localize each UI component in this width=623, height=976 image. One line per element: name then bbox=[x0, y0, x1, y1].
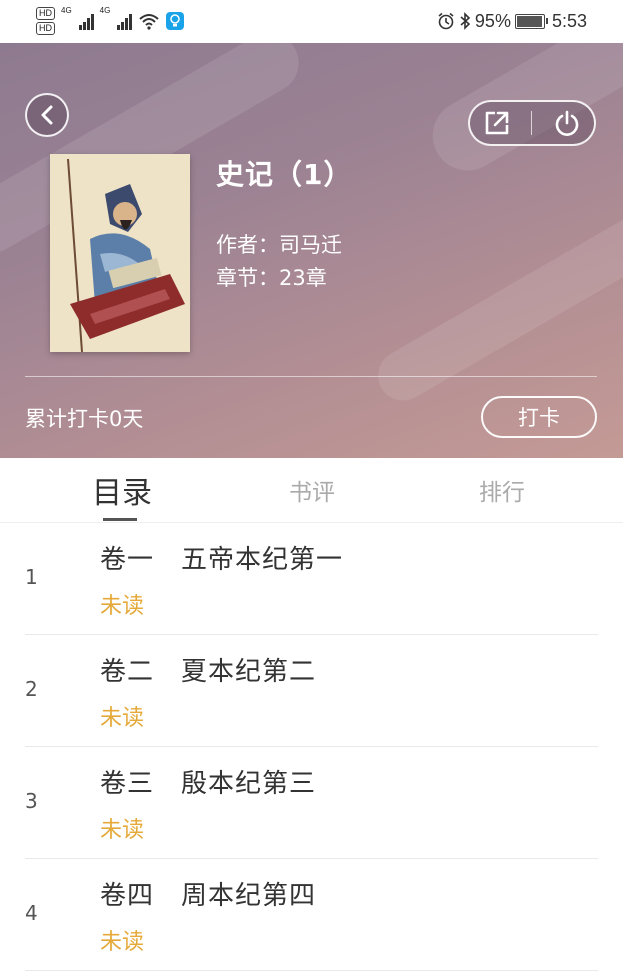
lightbulb-app-icon bbox=[166, 12, 185, 30]
checkin-total: 累计打卡0天 bbox=[25, 407, 144, 431]
alarm-icon bbox=[438, 12, 454, 30]
status-right: 95% 5:53 bbox=[437, 8, 587, 34]
tab-toc[interactable]: 目录 bbox=[80, 458, 164, 522]
chevron-left-icon bbox=[41, 105, 53, 125]
chapter-status: 未读 bbox=[100, 594, 145, 619]
chapter-number: 1 bbox=[25, 565, 38, 589]
actions-divider bbox=[531, 111, 533, 135]
chapter-title: 卷二 夏本纪第二 bbox=[100, 657, 317, 687]
book-header: 史记（1） 作者：司马迁 章节：23章 累计打卡0天 打卡 bbox=[0, 43, 623, 458]
list-item[interactable]: 1 卷一 五帝本纪第一 未读 bbox=[25, 523, 598, 635]
hd-label-bottom: HD bbox=[36, 22, 55, 35]
checkin-button[interactable]: 打卡 bbox=[481, 396, 597, 438]
book-author: 作者：司马迁 bbox=[216, 233, 342, 257]
share-button[interactable] bbox=[477, 103, 517, 143]
list-item[interactable]: 3 卷三 殷本纪第三 未读 bbox=[25, 747, 598, 859]
battery-percent: 95% bbox=[474, 10, 511, 31]
share-icon bbox=[485, 111, 509, 135]
chapter-number: 2 bbox=[25, 677, 38, 701]
chapter-status: 未读 bbox=[100, 818, 145, 843]
chapter-title: 卷一 五帝本纪第一 bbox=[100, 545, 344, 575]
battery-icon bbox=[514, 13, 548, 29]
wifi-icon bbox=[139, 14, 160, 30]
bluetooth-icon bbox=[460, 12, 471, 30]
clock-time: 5:53 bbox=[551, 10, 587, 31]
chapter-status: 未读 bbox=[100, 930, 145, 955]
status-bar: HD HD 4G 4G 95% 5:53 bbox=[0, 0, 623, 43]
list-item[interactable]: 2 卷二 夏本纪第二 未读 bbox=[25, 635, 598, 747]
power-icon bbox=[555, 110, 579, 136]
decor-streak bbox=[368, 206, 623, 410]
book-chapter-count: 章节：23章 bbox=[216, 266, 327, 290]
hd-icon: HD HD bbox=[36, 7, 55, 35]
header-divider bbox=[25, 376, 597, 377]
hd-label-top: HD bbox=[36, 7, 55, 20]
chapter-list: 1 卷一 五帝本纪第一 未读 2 卷二 夏本纪第二 未读 3 卷三 殷本纪第三 … bbox=[0, 523, 623, 971]
book-cover-image bbox=[50, 154, 190, 352]
active-tab-indicator bbox=[103, 518, 137, 521]
power-button[interactable] bbox=[547, 103, 587, 143]
signal-icon-1 bbox=[78, 12, 94, 30]
network-type-2: 4G bbox=[99, 6, 111, 15]
chapter-status: 未读 bbox=[100, 706, 145, 731]
tab-reviews[interactable]: 书评 bbox=[270, 458, 354, 522]
list-item[interactable]: 4 卷四 周本纪第四 未读 bbox=[25, 859, 598, 971]
signal-icon-2 bbox=[117, 12, 133, 30]
chapter-title: 卷三 殷本纪第三 bbox=[100, 769, 317, 799]
top-actions bbox=[468, 100, 596, 146]
chapter-number: 3 bbox=[25, 789, 38, 813]
book-title: 史记（1） bbox=[216, 158, 353, 191]
back-button[interactable] bbox=[25, 93, 69, 137]
tab-bar: 目录 书评 排行 bbox=[0, 458, 623, 523]
tab-ranking[interactable]: 排行 bbox=[460, 458, 544, 522]
chapter-number: 4 bbox=[25, 901, 38, 925]
network-type-1: 4G bbox=[61, 6, 72, 15]
chapter-title: 卷四 周本纪第四 bbox=[100, 881, 317, 911]
status-left: HD HD 4G 4G bbox=[36, 6, 185, 36]
